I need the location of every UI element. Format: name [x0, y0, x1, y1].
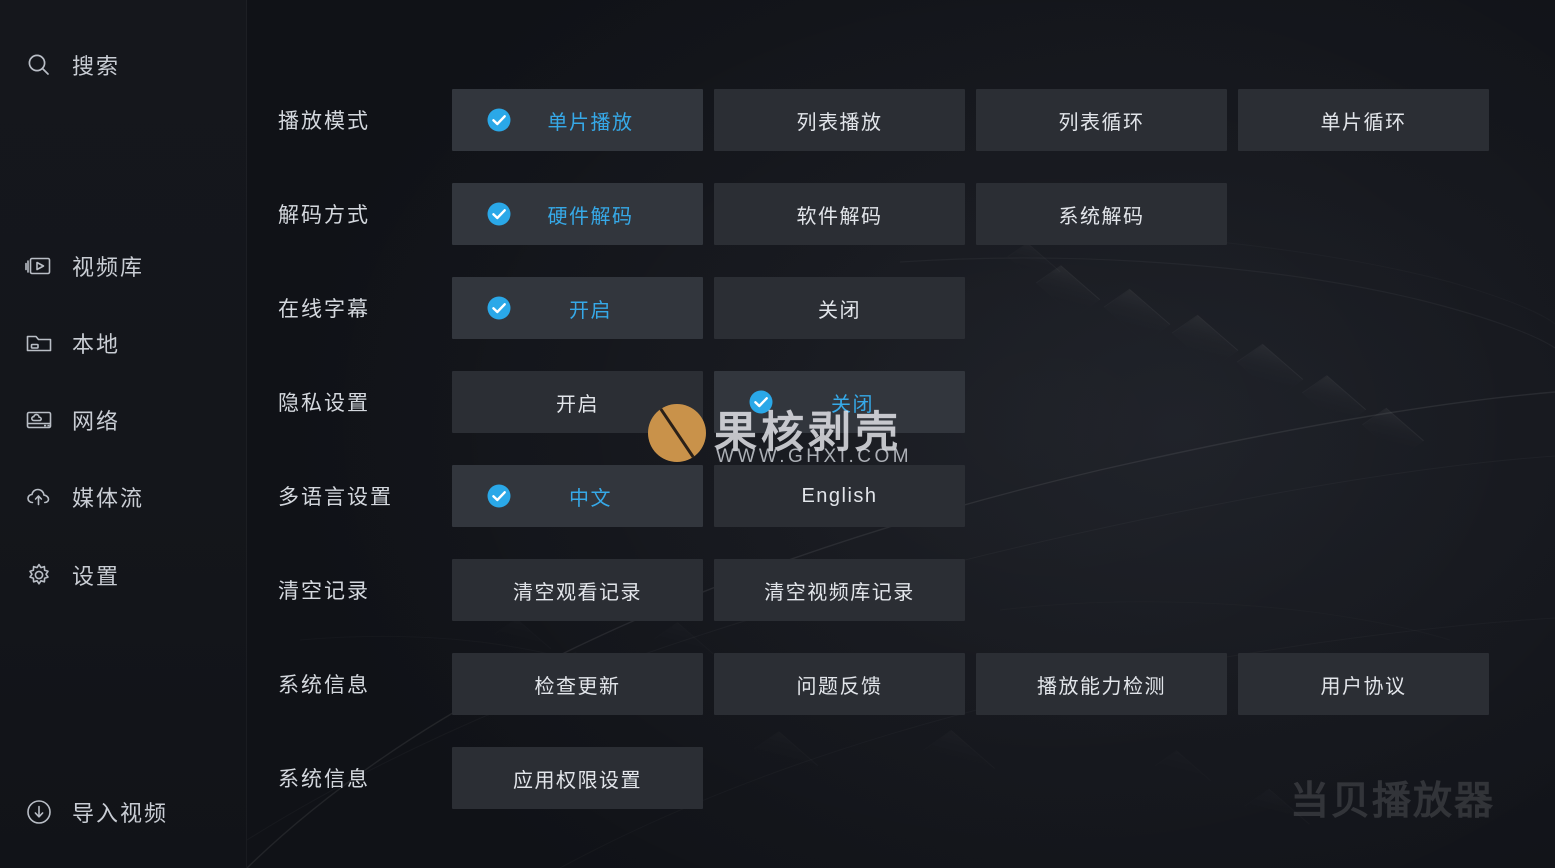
- settings-row: 解码方式 硬件解码 软件解码 系统解码: [247, 183, 1555, 245]
- sidebar-item-label: 媒体流: [72, 486, 145, 511]
- check-circle-icon: [486, 295, 512, 321]
- settings-option-button[interactable]: 关闭: [714, 371, 965, 433]
- check-circle-icon: [486, 201, 512, 227]
- settings-option-button[interactable]: 列表播放: [714, 89, 965, 151]
- settings-option-label: 播放能力检测: [1037, 675, 1166, 698]
- sidebar-item-label: 设置: [72, 564, 121, 589]
- settings-option-button[interactable]: 系统解码: [976, 183, 1227, 245]
- app-root: 搜索 视频库 本地 网络 媒体流 设置 导入视频 播放模式 单片播放 列表播放 …: [0, 0, 1555, 868]
- settings-row-label: 系统信息: [278, 768, 370, 791]
- settings-row: 播放模式 单片播放 列表播放 列表循环 单片循环: [247, 89, 1555, 151]
- settings-option-button[interactable]: 开启: [452, 277, 703, 339]
- settings-option-button[interactable]: 硬件解码: [452, 183, 703, 245]
- download-circle-icon: [22, 795, 56, 829]
- settings-option-label: English: [801, 484, 878, 507]
- settings-option-label: 清空视频库记录: [764, 581, 915, 604]
- settings-option-label: 列表循环: [1058, 111, 1145, 134]
- settings-row: 隐私设置 开启 关闭: [247, 371, 1555, 433]
- settings-row-label: 播放模式: [278, 110, 370, 133]
- settings-row: 系统信息 应用权限设置: [247, 747, 1555, 809]
- settings-option-button[interactable]: 列表循环: [976, 89, 1227, 151]
- settings-option-label: 问题反馈: [796, 675, 883, 698]
- settings-row: 清空记录 清空观看记录 清空视频库记录: [247, 559, 1555, 621]
- settings-option-button[interactable]: 单片循环: [1238, 89, 1489, 151]
- settings-option-label: 硬件解码: [547, 205, 634, 228]
- settings-option-button[interactable]: 单片播放: [452, 89, 703, 151]
- settings-option-button[interactable]: 应用权限设置: [452, 747, 703, 809]
- sidebar-item-label: 搜索: [72, 54, 121, 79]
- sidebar-item-label: 视频库: [72, 255, 145, 280]
- settings-option-button[interactable]: 关闭: [714, 277, 965, 339]
- sidebar-item-label: 网络: [72, 409, 121, 434]
- settings-option-label: 列表播放: [796, 111, 883, 134]
- settings-option-label: 系统解码: [1058, 205, 1145, 228]
- sidebar-item-label: 本地: [72, 332, 121, 357]
- settings-option-button[interactable]: 清空视频库记录: [714, 559, 965, 621]
- sidebar-item-import-video[interactable]: 导入视频: [0, 789, 247, 835]
- settings-row-label: 多语言设置: [278, 486, 393, 509]
- settings-option-label: 软件解码: [796, 205, 883, 228]
- settings-row-label: 清空记录: [278, 580, 370, 603]
- settings-row: 多语言设置 中文 English: [247, 465, 1555, 527]
- sidebar-item-search[interactable]: 搜索: [0, 42, 247, 88]
- settings-option-button[interactable]: 检查更新: [452, 653, 703, 715]
- check-circle-icon: [748, 389, 774, 415]
- settings-option-label: 检查更新: [534, 675, 621, 698]
- settings-option-label: 关闭: [831, 393, 874, 416]
- settings-row-label: 隐私设置: [278, 392, 370, 415]
- settings-option-label: 应用权限设置: [513, 769, 642, 792]
- settings-option-button[interactable]: 用户协议: [1238, 653, 1489, 715]
- settings-panel: 播放模式 单片播放 列表播放 列表循环 单片循环解码方式 硬件解码 软件解码 系统解码在线字幕…: [247, 0, 1555, 868]
- gear-icon: [22, 558, 56, 592]
- settings-option-label: 用户协议: [1320, 675, 1407, 698]
- sidebar-item-video-library[interactable]: 视频库: [0, 243, 247, 289]
- settings-option-button[interactable]: 开启: [452, 371, 703, 433]
- cloud-upload-icon: [22, 480, 56, 514]
- settings-option-button[interactable]: 播放能力检测: [976, 653, 1227, 715]
- settings-row: 系统信息 检查更新 问题反馈 播放能力检测 用户协议: [247, 653, 1555, 715]
- settings-option-button[interactable]: English: [714, 465, 965, 527]
- sidebar-item-network[interactable]: 网络: [0, 397, 247, 443]
- folder-icon: [22, 326, 56, 360]
- check-circle-icon: [486, 483, 512, 509]
- check-circle-icon: [486, 107, 512, 133]
- settings-row-label: 解码方式: [278, 204, 370, 227]
- sidebar-item-media-stream[interactable]: 媒体流: [0, 474, 247, 520]
- network-icon: [22, 403, 56, 437]
- settings-option-label: 清空观看记录: [513, 581, 642, 604]
- video-library-icon: [22, 249, 56, 283]
- settings-option-label: 单片循环: [1320, 111, 1407, 134]
- settings-row-label: 在线字幕: [278, 298, 370, 321]
- sidebar: 搜索 视频库 本地 网络 媒体流 设置 导入视频: [0, 0, 247, 868]
- settings-option-label: 单片播放: [547, 111, 634, 134]
- sidebar-item-settings[interactable]: 设置: [0, 552, 247, 598]
- settings-option-label: 关闭: [818, 299, 861, 322]
- settings-row-label: 系统信息: [278, 674, 370, 697]
- settings-option-button[interactable]: 中文: [452, 465, 703, 527]
- settings-option-label: 开启: [569, 299, 612, 322]
- settings-option-label: 中文: [569, 487, 612, 510]
- settings-option-button[interactable]: 软件解码: [714, 183, 965, 245]
- settings-option-button[interactable]: 问题反馈: [714, 653, 965, 715]
- search-icon: [22, 48, 56, 82]
- settings-option-button[interactable]: 清空观看记录: [452, 559, 703, 621]
- settings-option-label: 开启: [556, 393, 599, 416]
- sidebar-item-local[interactable]: 本地: [0, 320, 247, 366]
- settings-row: 在线字幕 开启 关闭: [247, 277, 1555, 339]
- sidebar-item-label: 导入视频: [72, 801, 169, 826]
